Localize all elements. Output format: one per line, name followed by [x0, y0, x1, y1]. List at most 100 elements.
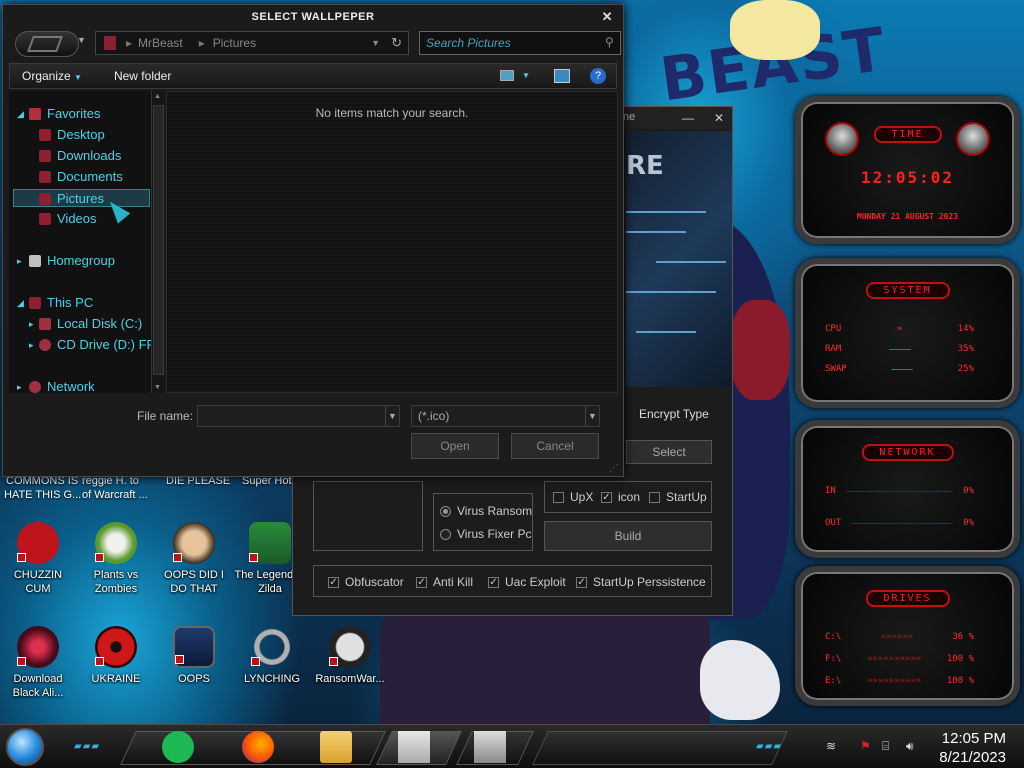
select-button[interactable]: Select — [626, 440, 712, 464]
row-value: 100 % — [946, 676, 974, 686]
alien-head-icon — [956, 122, 990, 156]
virus-ransom-radio[interactable]: Virus Ransom — [440, 504, 532, 518]
desktop-icon-download-black-ali[interactable]: Download Black Ali... — [0, 626, 76, 700]
nav-desktop[interactable]: Desktop — [39, 126, 105, 144]
new-folder-button[interactable]: New folder — [114, 69, 171, 83]
nav-pictures[interactable]: Pictures — [13, 189, 150, 207]
drive-row: E:\»»»»»»»»»» 100 % — [825, 676, 974, 686]
radio-icon — [440, 529, 451, 541]
view-options-icon[interactable] — [500, 70, 514, 81]
close-button[interactable]: ✕ — [714, 111, 724, 125]
file-type-select[interactable]: (*.ico) ▼ — [411, 405, 600, 427]
desktop-icon-plants-vs-zombies[interactable]: Plants vs Zombies — [78, 522, 154, 596]
rope-icon — [251, 626, 293, 668]
startup-checkbox[interactable]: StartUp — [649, 490, 707, 504]
desktop-icon-ransomware[interactable]: RansomWar... — [312, 626, 388, 686]
options-group: UpX ✓ icon StartUp — [544, 481, 712, 513]
dialog-taskbar-icon[interactable] — [474, 731, 506, 763]
view-dropdown-icon[interactable]: ▼ — [522, 71, 530, 80]
clock-date: 8/21/2023 — [939, 749, 1006, 766]
navigation-pane: ◢ Favorites Desktop Downloads Documents … — [9, 91, 153, 393]
row-value: 36 % — [952, 632, 974, 642]
taskbar-clock[interactable]: 12:05 PM 8/21/2023 — [939, 729, 1006, 767]
row-value: 100 % — [946, 654, 974, 664]
file-explorer-icon[interactable] — [320, 731, 352, 763]
desktop-icon-oops[interactable]: OOPS — [156, 626, 232, 686]
row-label: OUT — [825, 518, 842, 528]
nav-downloads[interactable]: Downloads — [39, 147, 121, 165]
breadcrumb-mrbeast[interactable]: MrBeast — [138, 36, 183, 50]
spotify-icon[interactable] — [162, 731, 194, 763]
organize-button[interactable]: Organize ▼ — [22, 69, 82, 83]
startup-persistence-checkbox[interactable]: ✓ StartUp Perssistence — [576, 575, 706, 589]
ransomware-builder-taskbar-icon[interactable] — [398, 731, 430, 763]
open-button[interactable]: Open — [411, 433, 499, 459]
row-label: C:\ — [825, 632, 842, 642]
upx-checkbox[interactable]: UpX — [553, 490, 593, 504]
search-icon[interactable]: ⚲ — [605, 35, 614, 49]
back-forward-button[interactable] — [15, 31, 79, 57]
checkbox-checked-icon: ✓ — [328, 577, 339, 589]
empty-message: No items match your search. — [315, 106, 469, 120]
checkbox-checked-icon: ✓ — [601, 492, 612, 504]
nav-network[interactable]: Network — [29, 378, 95, 393]
desktop-icon-oops-did-i[interactable]: OOPS DID I DO THAT — [156, 522, 232, 596]
volume-icon[interactable]: 🔊︎ — [906, 739, 914, 754]
obfuscator-checkbox[interactable]: ✓ Obfuscator — [328, 575, 404, 589]
help-icon[interactable]: ? — [590, 68, 606, 84]
firefox-icon[interactable] — [242, 731, 274, 763]
build-button[interactable]: Build — [544, 521, 712, 551]
row-value: 35% — [957, 344, 974, 354]
desktop-icon-label: UKRAINE — [91, 673, 141, 685]
uac-exploit-checkbox[interactable]: ✓ Uac Exploit — [488, 575, 566, 589]
gadget-caption: SYSTEM — [865, 282, 950, 299]
nav-homegroup[interactable]: Homegroup — [29, 252, 115, 270]
chevron-down-icon[interactable]: ▼ — [585, 406, 599, 426]
breadcrumb-pictures[interactable]: Pictures — [213, 36, 256, 50]
search-input[interactable]: Search Pictures — [419, 31, 621, 55]
wallpaper-character-shoe — [700, 640, 780, 720]
resize-grip-icon[interactable]: ⋰ — [609, 463, 619, 474]
address-dropdown-icon[interactable]: ▼ — [371, 38, 380, 48]
nav-local-disk[interactable]: Local Disk (C:) — [39, 315, 142, 333]
icon-checkbox[interactable]: ✓ icon — [601, 490, 640, 504]
nav-cd-drive[interactable]: CD Drive (D:) FF — [39, 336, 153, 354]
chevron-down-icon[interactable]: ▼ — [385, 406, 399, 426]
nav-scrollbar[interactable]: ▲ ▼ — [151, 91, 165, 393]
drives-gadget: DRIVES C:\»»»»»» 36 % F:\»»»»»»»»»» 100 % … — [795, 566, 1020, 706]
pictures-icon — [39, 193, 51, 205]
file-name-input[interactable]: ▼ — [197, 405, 400, 427]
minimize-button[interactable]: — — [682, 111, 694, 125]
nav-favorites[interactable]: Favorites — [29, 105, 100, 123]
show-hidden-icons[interactable]: ≋ — [826, 739, 836, 753]
desktop-icon-lynching[interactable]: LYNCHING — [234, 626, 310, 686]
network-row-in: IN 0% — [825, 486, 974, 496]
start-button[interactable] — [6, 728, 44, 766]
network-tray-icon[interactable]: ⌸ — [882, 739, 889, 754]
taskbar: ▰▰▰ ▰▰▰ ≋ ⚑ ⌸ 🔊︎ 12:05 PM 8/21/2023 — [0, 724, 1024, 768]
close-button[interactable]: ✕ — [602, 5, 613, 29]
desktop-icon-ukraine[interactable]: UKRAINE — [78, 626, 154, 686]
preview-pane-icon[interactable] — [554, 69, 570, 83]
select-wallpaper-dialog[interactable]: SELECT WALLPEPER ✕ ▼ ▸ MrBeast ▸ Picture… — [2, 4, 624, 477]
row-value: 25% — [957, 364, 974, 374]
dialog-title-bar[interactable]: SELECT WALLPEPER ✕ — [3, 5, 623, 29]
nav-videos[interactable]: Videos — [39, 210, 97, 228]
row-label: SWAP — [825, 364, 847, 374]
action-center-icon[interactable]: ⚑ — [860, 739, 871, 753]
cancel-button[interactable]: Cancel — [511, 433, 599, 459]
desktop-icon-label: Plants vs Zombies — [93, 569, 139, 595]
drive-icon — [39, 318, 51, 330]
virus-fixer-radio[interactable]: Virus Fixer Pc — [440, 527, 531, 541]
recent-dropdown-icon[interactable]: ▼ — [77, 35, 86, 45]
desktop-icon-chuzzin[interactable]: CHUZZIN CUM — [0, 522, 76, 596]
star-icon — [29, 108, 41, 120]
nav-documents[interactable]: Documents — [39, 168, 123, 186]
nav-this-pc[interactable]: This PC — [29, 294, 93, 312]
file-list[interactable]: No items match your search. — [166, 91, 618, 393]
dialog-toolbar: Organize ▼ New folder ▼ ? — [9, 63, 617, 89]
address-bar[interactable]: ▸ MrBeast ▸ Pictures ▼ ↻ — [95, 31, 409, 55]
refresh-icon[interactable]: ↻ — [391, 35, 402, 51]
network-icon — [29, 381, 41, 393]
anti-kill-checkbox[interactable]: ✓ Anti Kill — [416, 575, 473, 589]
